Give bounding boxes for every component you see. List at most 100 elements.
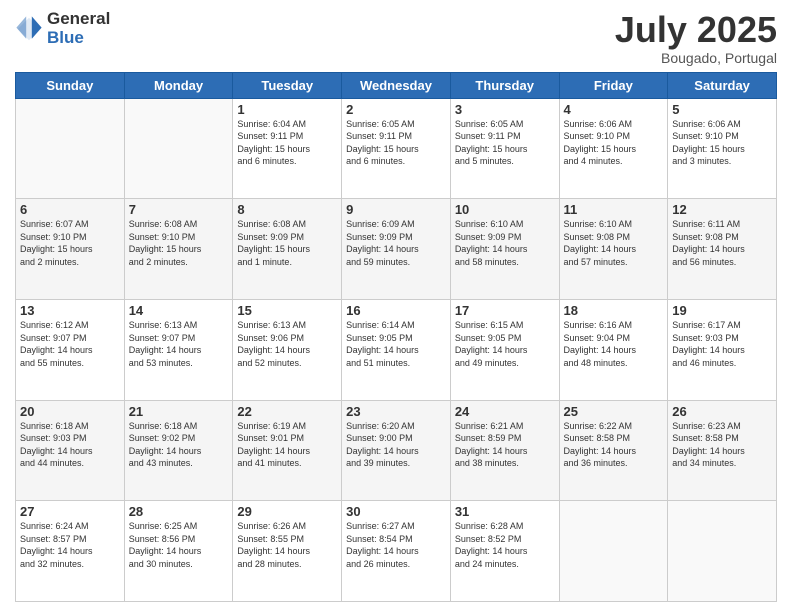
calendar-cell: 18Sunrise: 6:16 AMSunset: 9:04 PMDayligh…	[559, 299, 668, 400]
calendar-week-row: 27Sunrise: 6:24 AMSunset: 8:57 PMDayligh…	[16, 501, 777, 602]
calendar-cell: 28Sunrise: 6:25 AMSunset: 8:56 PMDayligh…	[124, 501, 233, 602]
day-info: Sunrise: 6:08 AMSunset: 9:09 PMDaylight:…	[237, 218, 337, 268]
day-info: Sunrise: 6:04 AMSunset: 9:11 PMDaylight:…	[237, 118, 337, 168]
day-info: Sunrise: 6:20 AMSunset: 9:00 PMDaylight:…	[346, 420, 446, 470]
day-number: 2	[346, 102, 446, 117]
calendar-header-saturday: Saturday	[668, 72, 777, 98]
calendar-cell: 30Sunrise: 6:27 AMSunset: 8:54 PMDayligh…	[342, 501, 451, 602]
calendar-week-row: 1Sunrise: 6:04 AMSunset: 9:11 PMDaylight…	[16, 98, 777, 199]
day-number: 6	[20, 202, 120, 217]
day-number: 14	[129, 303, 229, 318]
location-subtitle: Bougado, Portugal	[615, 50, 777, 66]
title-block: July 2025 Bougado, Portugal	[615, 10, 777, 66]
calendar-cell: 17Sunrise: 6:15 AMSunset: 9:05 PMDayligh…	[450, 299, 559, 400]
day-info: Sunrise: 6:12 AMSunset: 9:07 PMDaylight:…	[20, 319, 120, 369]
month-title: July 2025	[615, 10, 777, 50]
day-info: Sunrise: 6:16 AMSunset: 9:04 PMDaylight:…	[564, 319, 664, 369]
day-info: Sunrise: 6:05 AMSunset: 9:11 PMDaylight:…	[455, 118, 555, 168]
calendar-cell: 12Sunrise: 6:11 AMSunset: 9:08 PMDayligh…	[668, 199, 777, 300]
day-number: 28	[129, 504, 229, 519]
day-number: 29	[237, 504, 337, 519]
day-number: 18	[564, 303, 664, 318]
calendar-cell: 10Sunrise: 6:10 AMSunset: 9:09 PMDayligh…	[450, 199, 559, 300]
calendar-cell: 5Sunrise: 6:06 AMSunset: 9:10 PMDaylight…	[668, 98, 777, 199]
logo-icon	[15, 15, 43, 43]
day-number: 15	[237, 303, 337, 318]
day-number: 25	[564, 404, 664, 419]
calendar-cell: 9Sunrise: 6:09 AMSunset: 9:09 PMDaylight…	[342, 199, 451, 300]
calendar-cell: 25Sunrise: 6:22 AMSunset: 8:58 PMDayligh…	[559, 400, 668, 501]
day-info: Sunrise: 6:08 AMSunset: 9:10 PMDaylight:…	[129, 218, 229, 268]
calendar-cell: 24Sunrise: 6:21 AMSunset: 8:59 PMDayligh…	[450, 400, 559, 501]
day-info: Sunrise: 6:11 AMSunset: 9:08 PMDaylight:…	[672, 218, 772, 268]
day-info: Sunrise: 6:21 AMSunset: 8:59 PMDaylight:…	[455, 420, 555, 470]
day-info: Sunrise: 6:10 AMSunset: 9:09 PMDaylight:…	[455, 218, 555, 268]
day-info: Sunrise: 6:28 AMSunset: 8:52 PMDaylight:…	[455, 520, 555, 570]
calendar-cell: 4Sunrise: 6:06 AMSunset: 9:10 PMDaylight…	[559, 98, 668, 199]
day-number: 7	[129, 202, 229, 217]
calendar-cell: 3Sunrise: 6:05 AMSunset: 9:11 PMDaylight…	[450, 98, 559, 199]
day-info: Sunrise: 6:24 AMSunset: 8:57 PMDaylight:…	[20, 520, 120, 570]
day-number: 27	[20, 504, 120, 519]
day-number: 30	[346, 504, 446, 519]
day-number: 26	[672, 404, 772, 419]
day-info: Sunrise: 6:07 AMSunset: 9:10 PMDaylight:…	[20, 218, 120, 268]
day-number: 10	[455, 202, 555, 217]
day-info: Sunrise: 6:27 AMSunset: 8:54 PMDaylight:…	[346, 520, 446, 570]
calendar-cell: 6Sunrise: 6:07 AMSunset: 9:10 PMDaylight…	[16, 199, 125, 300]
day-number: 19	[672, 303, 772, 318]
calendar-cell	[16, 98, 125, 199]
day-info: Sunrise: 6:06 AMSunset: 9:10 PMDaylight:…	[672, 118, 772, 168]
day-number: 9	[346, 202, 446, 217]
calendar-cell: 7Sunrise: 6:08 AMSunset: 9:10 PMDaylight…	[124, 199, 233, 300]
calendar-header-tuesday: Tuesday	[233, 72, 342, 98]
calendar-header-friday: Friday	[559, 72, 668, 98]
calendar-header-thursday: Thursday	[450, 72, 559, 98]
day-number: 13	[20, 303, 120, 318]
day-number: 1	[237, 102, 337, 117]
calendar-table: SundayMondayTuesdayWednesdayThursdayFrid…	[15, 72, 777, 602]
day-number: 12	[672, 202, 772, 217]
day-info: Sunrise: 6:25 AMSunset: 8:56 PMDaylight:…	[129, 520, 229, 570]
day-number: 5	[672, 102, 772, 117]
calendar-cell: 15Sunrise: 6:13 AMSunset: 9:06 PMDayligh…	[233, 299, 342, 400]
calendar-cell: 21Sunrise: 6:18 AMSunset: 9:02 PMDayligh…	[124, 400, 233, 501]
day-number: 8	[237, 202, 337, 217]
logo: General Blue	[15, 10, 110, 47]
day-number: 31	[455, 504, 555, 519]
day-info: Sunrise: 6:17 AMSunset: 9:03 PMDaylight:…	[672, 319, 772, 369]
day-number: 21	[129, 404, 229, 419]
day-info: Sunrise: 6:05 AMSunset: 9:11 PMDaylight:…	[346, 118, 446, 168]
page: General Blue July 2025 Bougado, Portugal…	[0, 0, 792, 612]
day-number: 16	[346, 303, 446, 318]
calendar-cell: 22Sunrise: 6:19 AMSunset: 9:01 PMDayligh…	[233, 400, 342, 501]
day-number: 3	[455, 102, 555, 117]
day-number: 23	[346, 404, 446, 419]
day-info: Sunrise: 6:19 AMSunset: 9:01 PMDaylight:…	[237, 420, 337, 470]
day-number: 20	[20, 404, 120, 419]
calendar-cell: 11Sunrise: 6:10 AMSunset: 9:08 PMDayligh…	[559, 199, 668, 300]
day-info: Sunrise: 6:09 AMSunset: 9:09 PMDaylight:…	[346, 218, 446, 268]
calendar-cell: 2Sunrise: 6:05 AMSunset: 9:11 PMDaylight…	[342, 98, 451, 199]
calendar-cell: 8Sunrise: 6:08 AMSunset: 9:09 PMDaylight…	[233, 199, 342, 300]
calendar-cell	[668, 501, 777, 602]
calendar-cell: 1Sunrise: 6:04 AMSunset: 9:11 PMDaylight…	[233, 98, 342, 199]
day-info: Sunrise: 6:18 AMSunset: 9:03 PMDaylight:…	[20, 420, 120, 470]
calendar-cell: 26Sunrise: 6:23 AMSunset: 8:58 PMDayligh…	[668, 400, 777, 501]
day-info: Sunrise: 6:23 AMSunset: 8:58 PMDaylight:…	[672, 420, 772, 470]
calendar-cell: 29Sunrise: 6:26 AMSunset: 8:55 PMDayligh…	[233, 501, 342, 602]
calendar-week-row: 13Sunrise: 6:12 AMSunset: 9:07 PMDayligh…	[16, 299, 777, 400]
calendar-header-wednesday: Wednesday	[342, 72, 451, 98]
calendar-cell: 27Sunrise: 6:24 AMSunset: 8:57 PMDayligh…	[16, 501, 125, 602]
day-number: 4	[564, 102, 664, 117]
day-info: Sunrise: 6:18 AMSunset: 9:02 PMDaylight:…	[129, 420, 229, 470]
calendar-cell: 23Sunrise: 6:20 AMSunset: 9:00 PMDayligh…	[342, 400, 451, 501]
day-number: 11	[564, 202, 664, 217]
logo-text: General Blue	[47, 10, 110, 47]
calendar-cell: 14Sunrise: 6:13 AMSunset: 9:07 PMDayligh…	[124, 299, 233, 400]
calendar-cell	[559, 501, 668, 602]
calendar-header-row: SundayMondayTuesdayWednesdayThursdayFrid…	[16, 72, 777, 98]
calendar-cell: 31Sunrise: 6:28 AMSunset: 8:52 PMDayligh…	[450, 501, 559, 602]
calendar-week-row: 20Sunrise: 6:18 AMSunset: 9:03 PMDayligh…	[16, 400, 777, 501]
calendar-cell: 20Sunrise: 6:18 AMSunset: 9:03 PMDayligh…	[16, 400, 125, 501]
